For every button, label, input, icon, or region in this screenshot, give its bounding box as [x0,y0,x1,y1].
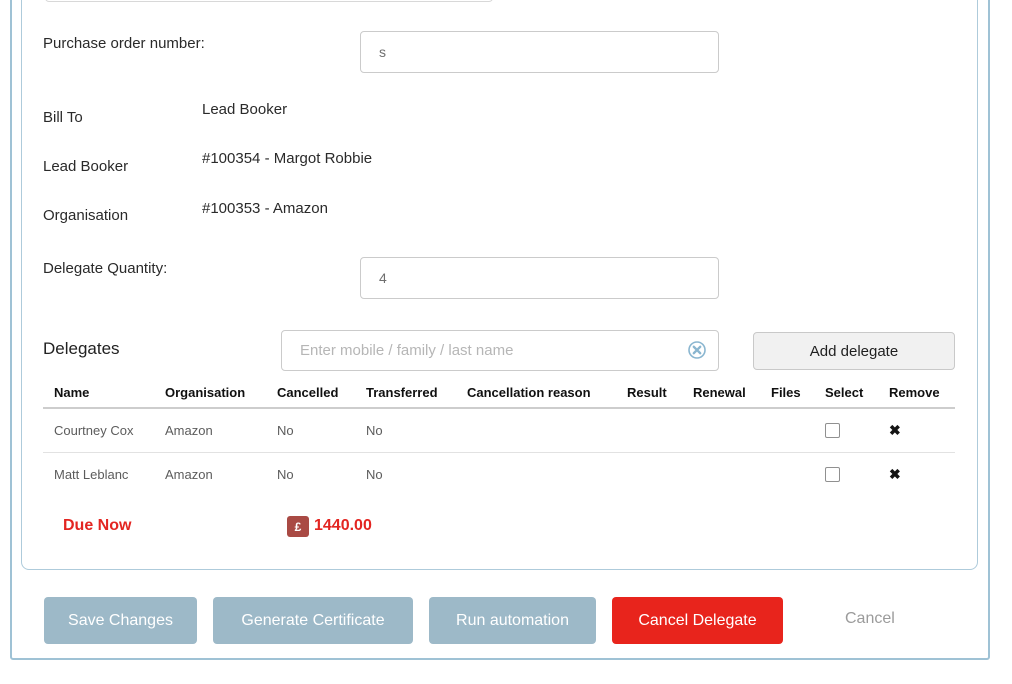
cell-cancellation-reason [467,408,627,452]
lead-booker-label: Lead Booker [43,158,128,175]
remove-delegate-icon[interactable]: ✖ [889,422,901,438]
delegates-table: Name Organisation Cancelled Transferred … [43,378,955,496]
organisation-value: #100353 - Amazon [202,200,328,217]
due-now-label: Due Now [63,517,131,535]
cell-cancelled: No [277,452,366,496]
table-header-row: Name Organisation Cancelled Transferred … [43,378,955,408]
delegate-quantity-input[interactable] [360,257,719,299]
delegate-row: Matt Leblanc Amazon No No ✖ [43,452,955,496]
cell-files [771,452,825,496]
delegate-quantity-label: Delegate Quantity: [43,260,167,277]
cancel-delegate-button[interactable]: Cancel Delegate [612,597,783,644]
col-header-organisation: Organisation [165,378,277,408]
bill-to-value: Lead Booker [202,101,287,118]
save-changes-button[interactable]: Save Changes [44,597,197,644]
col-header-cancellation-reason: Cancellation reason [467,378,627,408]
cell-name: Courtney Cox [43,408,165,452]
cell-cancellation-reason [467,452,627,496]
cell-renewal [693,452,771,496]
cell-transferred: No [366,452,467,496]
run-automation-button[interactable]: Run automation [429,597,596,644]
delegates-heading: Delegates [43,339,120,359]
col-header-name: Name [43,378,165,408]
cell-renewal [693,408,771,452]
delegate-booking-screen: Purchase order number: Bill To Lead Book… [0,0,1012,684]
lead-booker-value: #100354 - Margot Robbie [202,150,372,167]
col-header-result: Result [627,378,693,408]
cell-cancelled: No [277,408,366,452]
organisation-label: Organisation [43,207,128,224]
select-delegate-checkbox[interactable] [825,423,840,438]
currency-badge: £ [287,516,309,537]
purchase-order-label: Purchase order number: [43,35,205,52]
col-header-cancelled: Cancelled [277,378,366,408]
circled-x-clear-icon[interactable] [687,340,707,360]
delegate-search-input[interactable] [281,330,719,371]
cell-result [627,408,693,452]
col-header-select: Select [825,378,889,408]
col-header-files: Files [771,378,825,408]
delegate-search [281,330,719,371]
generate-certificate-button[interactable]: Generate Certificate [213,597,413,644]
cutoff-element-bottom-edge [45,0,493,2]
remove-delegate-icon[interactable]: ✖ [889,466,901,482]
cell-transferred: No [366,408,467,452]
cell-organisation: Amazon [165,452,277,496]
cancel-link[interactable]: Cancel [845,610,895,628]
cell-organisation: Amazon [165,408,277,452]
col-header-renewal: Renewal [693,378,771,408]
delegate-row: Courtney Cox Amazon No No ✖ [43,408,955,452]
due-now-amount: 1440.00 [314,517,372,535]
col-header-remove: Remove [889,378,955,408]
cell-name: Matt Leblanc [43,452,165,496]
add-delegate-button[interactable]: Add delegate [753,332,955,370]
col-header-transferred: Transferred [366,378,467,408]
select-delegate-checkbox[interactable] [825,467,840,482]
cell-files [771,408,825,452]
bill-to-label: Bill To [43,109,83,126]
purchase-order-input[interactable] [360,31,719,73]
cell-result [627,452,693,496]
